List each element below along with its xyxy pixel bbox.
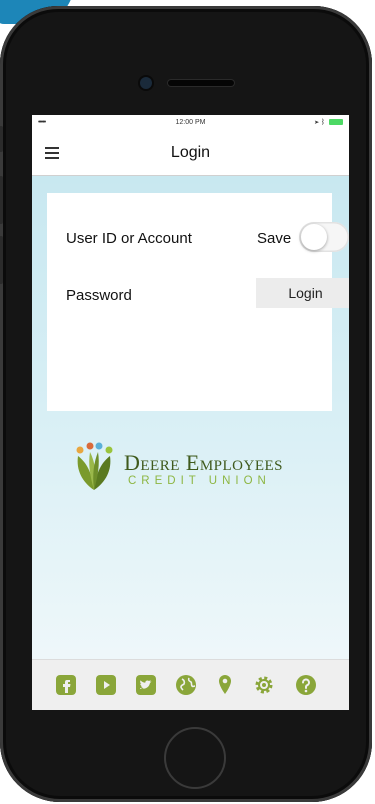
logo-leaf-icon bbox=[76, 442, 113, 490]
globe-icon[interactable] bbox=[174, 673, 198, 697]
youtube-icon[interactable] bbox=[94, 673, 118, 697]
earpiece-speaker bbox=[168, 80, 234, 86]
logo-name: Deere Employees bbox=[124, 450, 283, 475]
user-id-field[interactable]: User ID or Account bbox=[66, 230, 192, 247]
location-arrow-icon: ➤ bbox=[314, 119, 319, 126]
phone-frame: ••••• 12:00 PM ➤ ᛒ Login User ID or Acco… bbox=[0, 6, 372, 802]
volume-down-button bbox=[0, 236, 3, 284]
status-bar: ••••• 12:00 PM ➤ ᛒ bbox=[32, 115, 349, 131]
location-pin-icon[interactable] bbox=[213, 673, 237, 697]
mute-switch bbox=[0, 126, 3, 152]
home-button[interactable] bbox=[164, 727, 226, 789]
nav-bar: Login bbox=[32, 131, 349, 176]
logo-subtitle: CREDIT UNION bbox=[128, 475, 271, 487]
page-title: Login bbox=[170, 144, 211, 161]
save-label: Save bbox=[257, 230, 292, 247]
bottom-tab-bar bbox=[32, 659, 349, 710]
toggle-knob bbox=[301, 224, 327, 250]
credit-union-logo: Deere Employees CREDIT UNION bbox=[72, 440, 332, 500]
battery-icon bbox=[329, 119, 343, 126]
gear-icon[interactable] bbox=[252, 673, 276, 697]
login-button[interactable]: Login bbox=[256, 278, 349, 308]
facebook-icon[interactable] bbox=[54, 673, 78, 697]
front-camera bbox=[140, 77, 152, 89]
bluetooth-icon: ᛒ bbox=[320, 119, 326, 126]
volume-up-button bbox=[0, 176, 3, 224]
twitter-icon[interactable] bbox=[134, 673, 158, 697]
password-field[interactable]: Password bbox=[66, 287, 132, 304]
login-card: User ID or Account Save Password Login bbox=[47, 193, 349, 411]
help-icon[interactable] bbox=[294, 673, 318, 697]
app-screen: ••••• 12:00 PM ➤ ᛒ Login User ID or Acco… bbox=[32, 115, 349, 710]
status-time: 12:00 PM bbox=[175, 119, 206, 126]
status-right-icons: ➤ ᛒ bbox=[315, 119, 343, 126]
save-toggle[interactable] bbox=[299, 222, 349, 252]
